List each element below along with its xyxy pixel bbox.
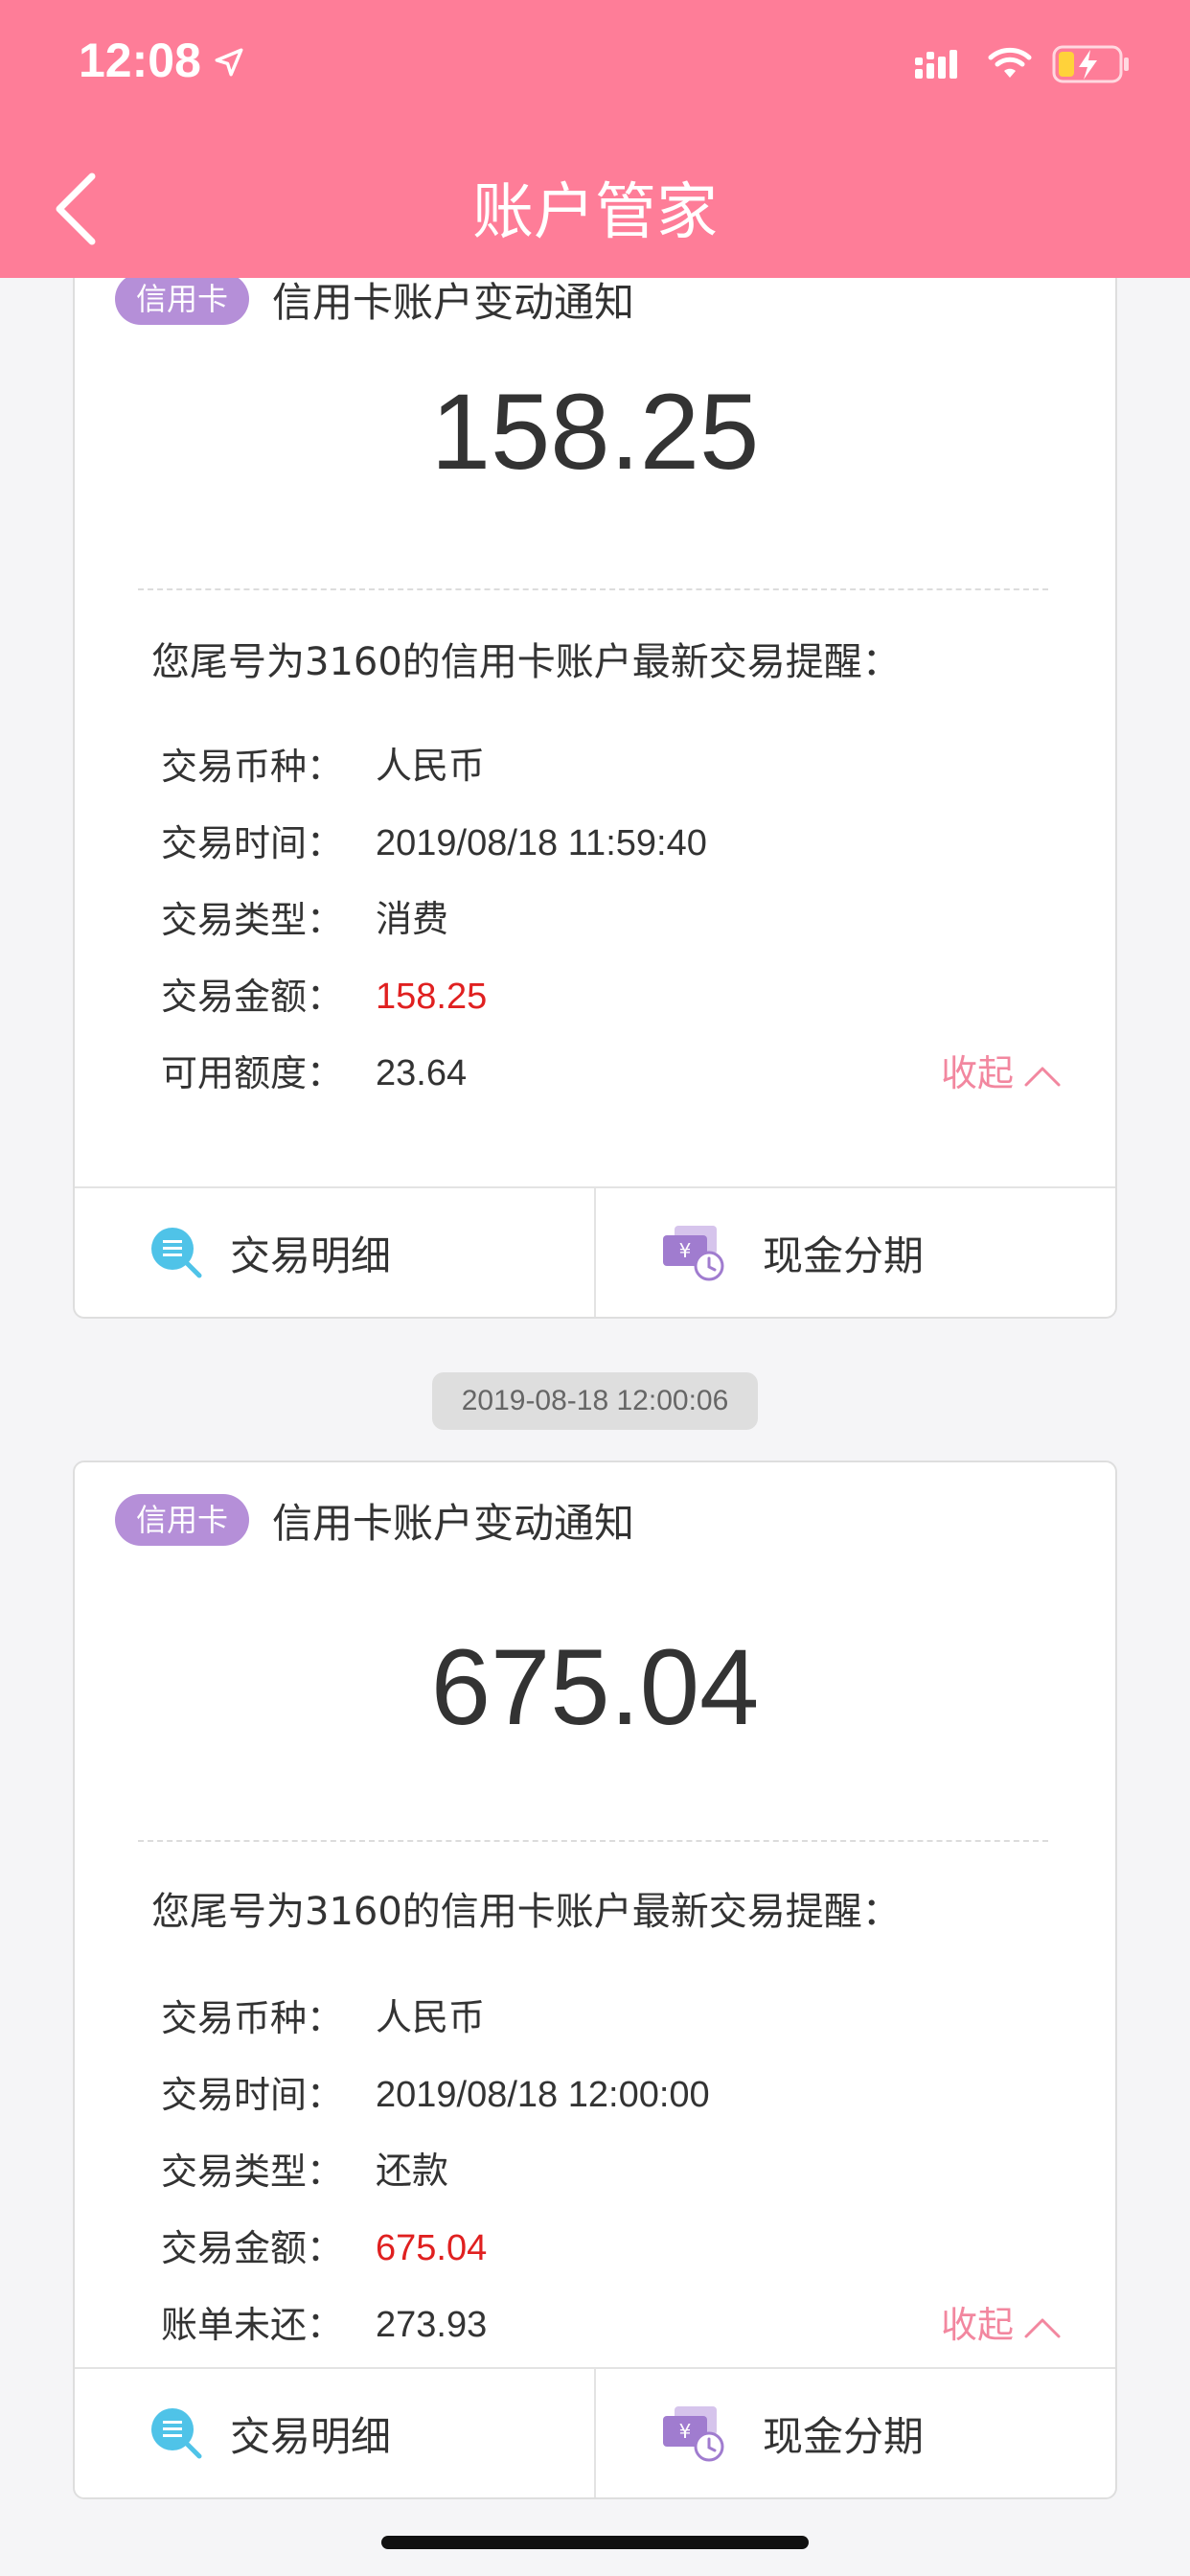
status-bar: 12:08 xyxy=(0,0,1190,125)
message-timestamp: 2019-08-18 12:00:06 xyxy=(432,1372,758,1430)
battery-charging-icon xyxy=(1052,45,1129,83)
detail-row: 账单未还： 273.93 收起 xyxy=(161,2287,1081,2363)
credit-card-tag: 信用卡 xyxy=(115,273,250,325)
detail-rows: 交易币种： 人民币 交易时间： 2019/08/18 11:59:40 交易类型… xyxy=(161,728,1081,1112)
detail-value: 人民币 xyxy=(376,747,486,787)
detail-value: 2019/08/18 12:00:00 xyxy=(376,2075,710,2115)
detail-label: 账单未还： xyxy=(161,2304,344,2346)
card-actions: 交易明细 ¥ 现金分期 xyxy=(75,1186,1115,1317)
detail-value: 23.64 xyxy=(376,1053,468,1093)
detail-row: 交易类型： 消费 xyxy=(161,882,1081,958)
detail-label: 交易类型： xyxy=(161,899,344,941)
transaction-amount: 158.25 xyxy=(430,372,760,492)
detail-row: 交易币种： 人民币 xyxy=(161,1980,1081,2057)
transaction-detail-button[interactable]: 交易明细 xyxy=(75,1188,594,1317)
detail-row: 交易金额： 158.25 xyxy=(161,958,1081,1035)
detail-row: 交易类型： 还款 xyxy=(161,2133,1081,2210)
card-actions: 交易明细 ¥ 现金分期 xyxy=(75,2367,1115,2497)
dashed-divider xyxy=(138,1840,1048,1842)
detail-row: 交易时间： 2019/08/18 11:59:40 xyxy=(161,805,1081,882)
page-title: 账户管家 xyxy=(472,177,718,248)
cash-installment-icon: ¥ xyxy=(663,1226,724,1281)
cash-installment-label: 现金分期 xyxy=(763,1231,925,1279)
detail-value-amount: 675.04 xyxy=(376,2228,488,2268)
notification-intro: 您尾号为3160的信用卡账户最新交易提醒： xyxy=(151,640,901,684)
detail-value-amount: 158.25 xyxy=(376,977,488,1017)
card-title: 信用卡账户变动通知 xyxy=(272,278,635,326)
detail-value: 273.93 xyxy=(376,2305,488,2345)
collapse-button[interactable]: 收起 xyxy=(941,2287,1062,2363)
detail-label: 可用额度： xyxy=(161,1052,344,1094)
detail-value: 消费 xyxy=(376,900,449,940)
collapse-label: 收起 xyxy=(940,2304,1014,2346)
transaction-detail-label: 交易明细 xyxy=(230,2412,392,2460)
card-header: 信用卡 信用卡账户变动通知 xyxy=(115,1493,634,1547)
detail-row: 交易时间： 2019/08/18 12:00:00 xyxy=(161,2057,1081,2133)
cash-installment-button[interactable]: ¥ 现金分期 xyxy=(594,2369,1115,2497)
detail-row: 可用额度： 23.64 收起 xyxy=(161,1035,1081,1112)
chevron-up-icon xyxy=(1024,2318,1061,2337)
status-time: 12:08 xyxy=(79,34,201,87)
cellular-signal-icon xyxy=(915,50,957,79)
card-title: 信用卡账户变动通知 xyxy=(272,1499,635,1547)
detail-label: 交易金额： xyxy=(161,976,344,1018)
notification-card: 信用卡 信用卡账户变动通知 158.25 您尾号为3160的信用卡账户最新交易提… xyxy=(73,249,1117,1319)
search-list-icon xyxy=(151,2408,202,2459)
app-header: 12:08 账户管家 xyxy=(0,0,1190,278)
transaction-amount: 675.04 xyxy=(430,1627,760,1747)
card-header: 信用卡 信用卡账户变动通知 xyxy=(115,272,634,326)
cash-installment-label: 现金分期 xyxy=(763,2412,925,2460)
svg-text:¥: ¥ xyxy=(679,1239,692,1262)
detail-value: 还款 xyxy=(376,2151,449,2192)
detail-value: 人民币 xyxy=(376,1998,486,2038)
credit-card-tag: 信用卡 xyxy=(115,1494,250,1546)
transaction-detail-button[interactable]: 交易明细 xyxy=(75,2369,594,2497)
detail-row: 交易币种： 人民币 xyxy=(161,728,1081,805)
detail-label: 交易类型： xyxy=(161,2150,344,2193)
notification-intro: 您尾号为3160的信用卡账户最新交易提醒： xyxy=(151,1890,901,1934)
svg-text:¥: ¥ xyxy=(679,2420,692,2443)
wifi-icon xyxy=(988,47,1032,78)
detail-row: 交易金额： 675.04 xyxy=(161,2210,1081,2287)
collapse-button[interactable]: 收起 xyxy=(941,1035,1062,1112)
detail-label: 交易时间： xyxy=(161,822,344,864)
detail-label: 交易币种： xyxy=(161,746,344,788)
cash-installment-button[interactable]: ¥ 现金分期 xyxy=(594,1188,1115,1317)
location-arrow-icon xyxy=(215,48,243,77)
dashed-divider xyxy=(138,588,1048,590)
detail-label: 交易时间： xyxy=(161,2074,344,2116)
detail-label: 交易币种： xyxy=(161,1997,344,2039)
transaction-detail-label: 交易明细 xyxy=(230,1231,392,1279)
search-list-icon xyxy=(151,1228,202,1278)
detail-value: 2019/08/18 11:59:40 xyxy=(376,823,707,863)
notification-card: 信用卡 信用卡账户变动通知 675.04 您尾号为3160的信用卡账户最新交易提… xyxy=(73,1460,1117,2499)
detail-label: 交易金额： xyxy=(161,2227,344,2269)
collapse-label: 收起 xyxy=(940,1052,1014,1094)
chevron-up-icon xyxy=(1024,1067,1061,1086)
detail-rows: 交易币种： 人民币 交易时间： 2019/08/18 12:00:00 交易类型… xyxy=(161,1980,1081,2363)
cash-installment-icon: ¥ xyxy=(663,2406,724,2462)
home-indicator xyxy=(381,2536,809,2549)
